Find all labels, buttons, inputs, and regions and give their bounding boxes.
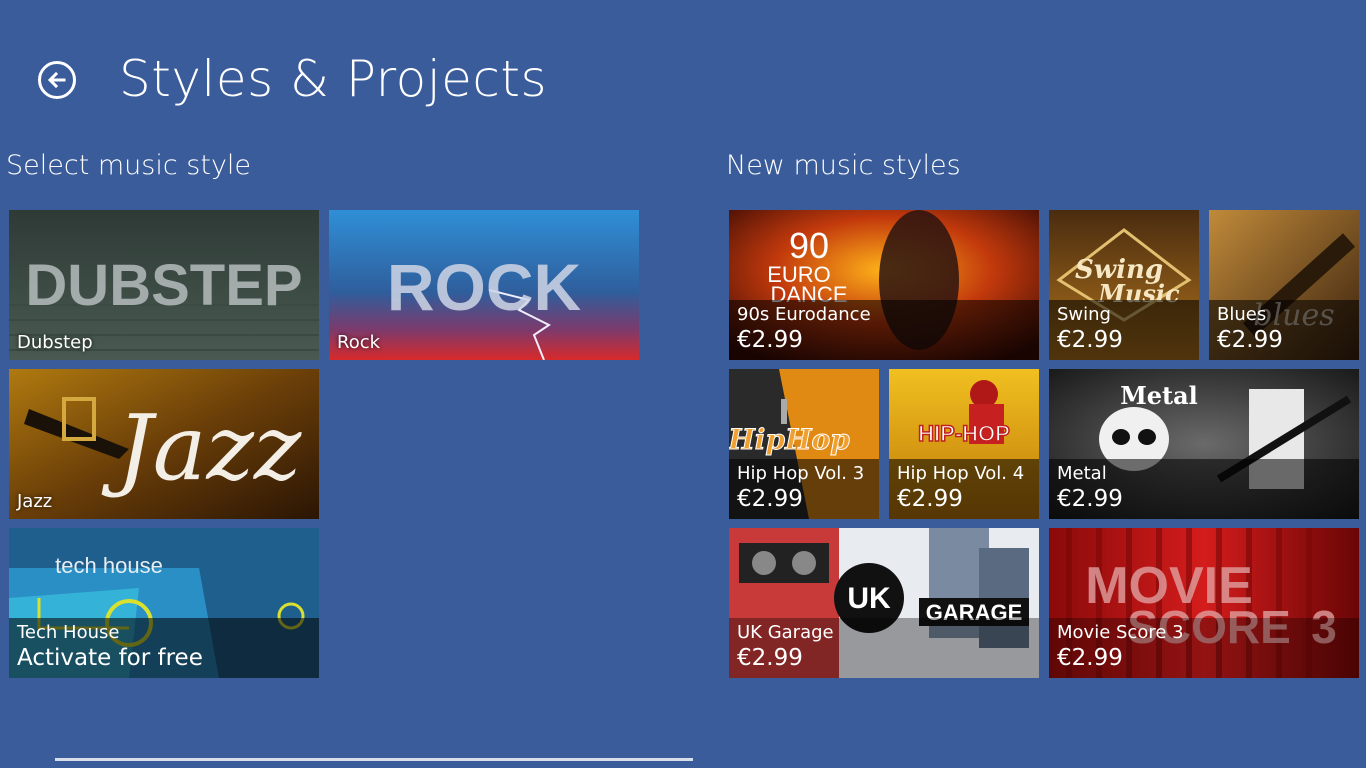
tile-price: €2.99 <box>1057 486 1123 512</box>
tile-caption: 90s Eurodance €2.99 <box>729 300 1039 360</box>
tile-label: Rock <box>337 332 381 353</box>
svg-text:HIP-HOP: HIP-HOP <box>918 421 1010 446</box>
tile-tech-house[interactable]: tech house Tech House Activate for free <box>9 528 319 678</box>
tile-label: Movie Score 3 <box>1057 622 1184 643</box>
tile-hip-hop-vol-3[interactable]: HipHop Hip Hop Vol. 3 €2.99 <box>729 369 879 519</box>
tile-uk-garage[interactable]: UK GARAGE UK Garage €2.99 <box>729 528 1039 678</box>
tile-caption: Hip Hop Vol. 3 €2.99 <box>729 459 879 519</box>
tile-price: €2.99 <box>737 645 803 671</box>
tile-label: 90s Eurodance <box>737 304 871 325</box>
tile-caption: Metal €2.99 <box>1049 459 1359 519</box>
tile-movie-score-3[interactable]: MOVIE SCORE 3 Movie Score 3 €2.99 <box>1049 528 1359 678</box>
page-title: Styles & Projects <box>119 50 548 108</box>
tile-price: €2.99 <box>1057 327 1123 353</box>
svg-text:UK: UK <box>847 582 891 615</box>
svg-text:DUBSTEP: DUBSTEP <box>25 253 302 318</box>
svg-text:Metal: Metal <box>1120 381 1198 410</box>
tile-label: Blues <box>1217 304 1267 325</box>
tile-label: Jazz <box>17 491 53 512</box>
tile-caption: UK Garage €2.99 <box>729 618 1039 678</box>
tile-rock[interactable]: ROCK Rock <box>329 210 639 360</box>
tile-price: €2.99 <box>737 486 803 512</box>
svg-text:90: 90 <box>789 225 829 266</box>
tile-label: Hip Hop Vol. 4 <box>897 463 1025 484</box>
new-styles-heading: New music styles <box>726 150 961 181</box>
svg-text:ROCK: ROCK <box>387 250 582 324</box>
tile-swing[interactable]: Swing Music Swing €2.99 <box>1049 210 1199 360</box>
tile-caption: Blues €2.99 <box>1209 300 1359 360</box>
select-style-heading: Select music style <box>6 150 252 181</box>
tile-label: Dubstep <box>17 332 93 353</box>
tile-metal[interactable]: Metal Metal €2.99 <box>1049 369 1359 519</box>
tile-price: €2.99 <box>737 327 803 353</box>
tile-label: Tech House <box>17 622 120 643</box>
arrow-left-icon <box>47 71 66 89</box>
tile-label: UK Garage <box>737 622 834 643</box>
tile-jazz[interactable]: Jazz Jazz <box>9 369 319 519</box>
tile-caption: Swing €2.99 <box>1049 300 1199 360</box>
svg-text:tech house: tech house <box>55 553 163 578</box>
tile-caption: Movie Score 3 €2.99 <box>1049 618 1359 678</box>
tile-activate-text: Activate for free <box>17 645 203 671</box>
tile-label: Swing <box>1057 304 1111 325</box>
tile-90s-eurodance[interactable]: 90 EURO DANCE 90s Eurodance €2.99 <box>729 210 1039 360</box>
tile-dubstep[interactable]: DUBSTEP Dubstep <box>9 210 319 360</box>
tile-price: €2.99 <box>897 486 963 512</box>
tile-caption: Hip Hop Vol. 4 €2.99 <box>889 459 1039 519</box>
tile-caption: Tech House Activate for free <box>9 618 319 678</box>
svg-text:Jazz: Jazz <box>101 396 302 501</box>
svg-text:HipHop: HipHop <box>729 423 850 456</box>
tile-hip-hop-vol-4[interactable]: HIP-HOP Hip Hop Vol. 4 €2.99 <box>889 369 1039 519</box>
tile-label: Metal <box>1057 463 1107 484</box>
horizontal-scrollbar[interactable] <box>55 758 693 761</box>
back-button[interactable] <box>38 61 76 99</box>
tile-price: €2.99 <box>1057 645 1123 671</box>
tile-label: Hip Hop Vol. 3 <box>737 463 865 484</box>
tile-price: €2.99 <box>1217 327 1283 353</box>
tile-blues[interactable]: blues Blues €2.99 <box>1209 210 1359 360</box>
jazz-artwork: Jazz <box>9 369 319 519</box>
